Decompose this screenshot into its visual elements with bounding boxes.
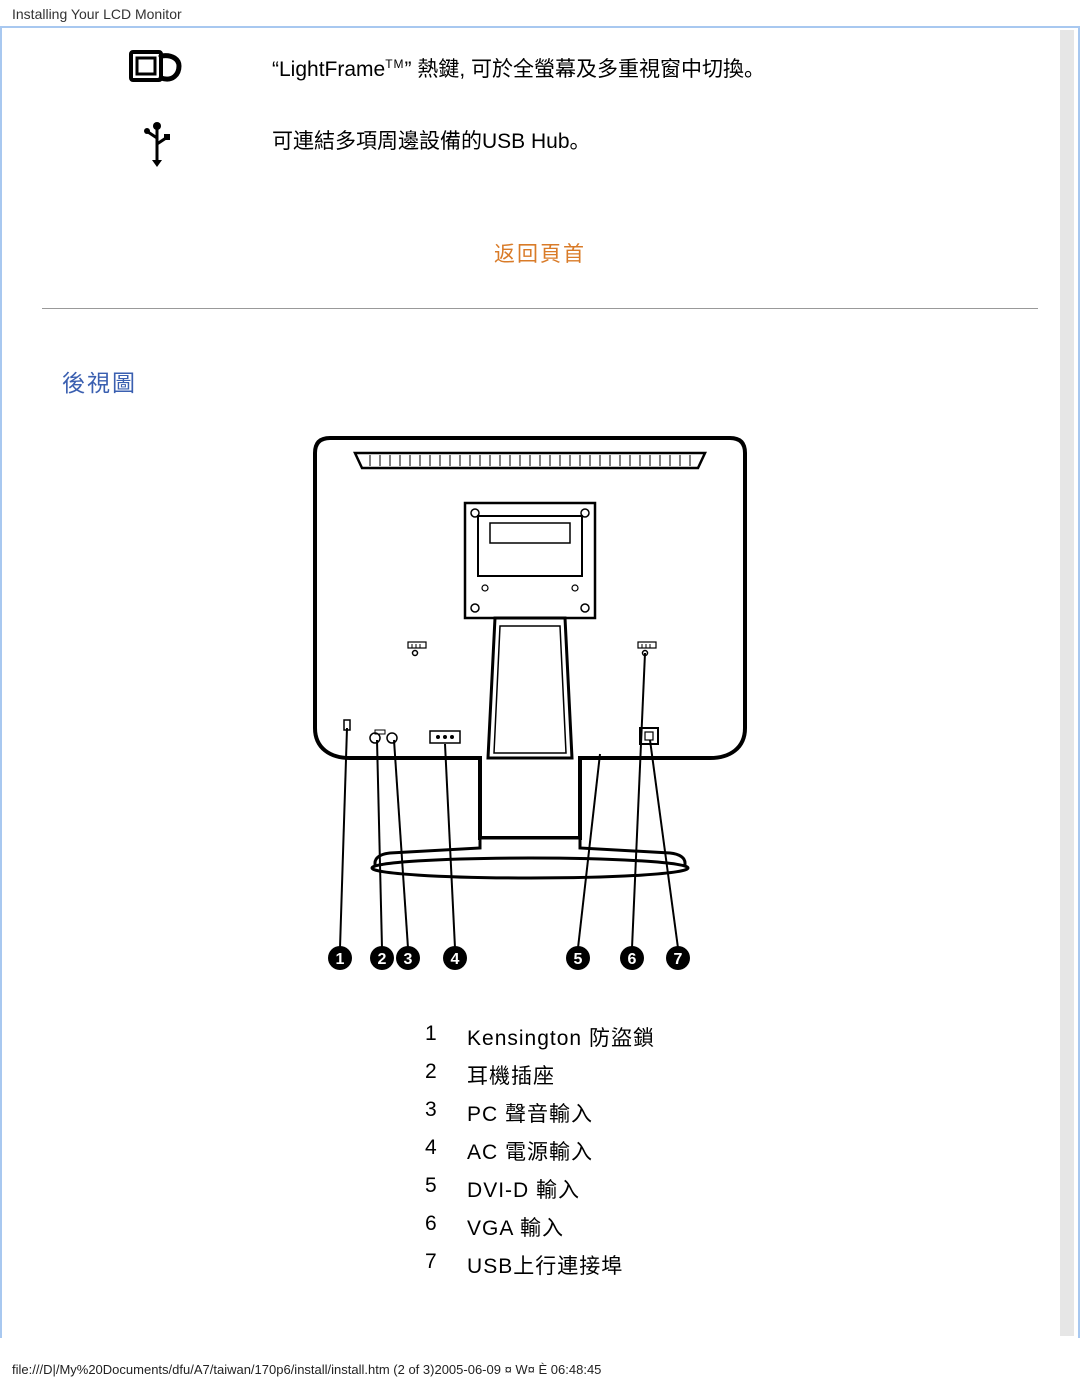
section-title-rear-view: 後視圖 xyxy=(62,364,1038,398)
footer: file:///D|/My%20Documents/dfu/A7/taiwan/… xyxy=(0,1338,1080,1383)
feature-text: 可連結多項周邊設備的USB Hub。 xyxy=(272,120,591,158)
table-row: 1Kensington 防盜鎖 xyxy=(413,1019,667,1055)
svg-text:5: 5 xyxy=(574,951,583,968)
return-to-top-link[interactable]: 返回頁首 xyxy=(494,243,586,266)
table-row: 3PC 聲音輸入 xyxy=(413,1095,667,1131)
rear-view-diagram: 1 2 3 4 5 6 7 xyxy=(300,428,780,993)
scrollbar[interactable] xyxy=(1060,30,1074,1336)
table-row: 7USB上行連接埠 xyxy=(413,1247,667,1283)
page-header: Installing Your LCD Monitor xyxy=(0,0,1080,26)
footer-text: file:///D|/My%20Documents/dfu/A7/taiwan/… xyxy=(12,1362,601,1377)
svg-text:2: 2 xyxy=(378,951,387,968)
svg-text:7: 7 xyxy=(674,951,683,968)
content-panel: “LightFrameTM” 熱鍵, 可於全螢幕及多重視窗中切換。 xyxy=(2,28,1078,1338)
feature-row: “LightFrameTM” 熱鍵, 可於全螢幕及多重視窗中切換。 xyxy=(42,48,1038,92)
svg-text:1: 1 xyxy=(336,951,345,968)
usb-icon xyxy=(42,120,272,168)
legend-table: 1Kensington 防盜鎖 2耳機插座 3PC 聲音輸入 4AC 電源輸入 … xyxy=(411,1017,669,1285)
table-row: 2耳機插座 xyxy=(413,1057,667,1093)
header-text: Installing Your LCD Monitor xyxy=(12,6,182,22)
table-row: 5DVI-D 輸入 xyxy=(413,1171,667,1207)
svg-text:4: 4 xyxy=(451,951,460,968)
divider xyxy=(42,308,1038,309)
lightframe-icon xyxy=(42,48,272,92)
feature-text: “LightFrameTM” 熱鍵, 可於全螢幕及多重視窗中切換。 xyxy=(272,48,765,86)
svg-text:6: 6 xyxy=(628,951,637,968)
svg-text:3: 3 xyxy=(404,951,413,968)
table-row: 6VGA 輸入 xyxy=(413,1209,667,1245)
table-row: 4AC 電源輸入 xyxy=(413,1133,667,1169)
outer-frame: “LightFrameTM” 熱鍵, 可於全螢幕及多重視窗中切換。 xyxy=(0,26,1080,1338)
feature-row: 可連結多項周邊設備的USB Hub。 xyxy=(42,120,1038,168)
